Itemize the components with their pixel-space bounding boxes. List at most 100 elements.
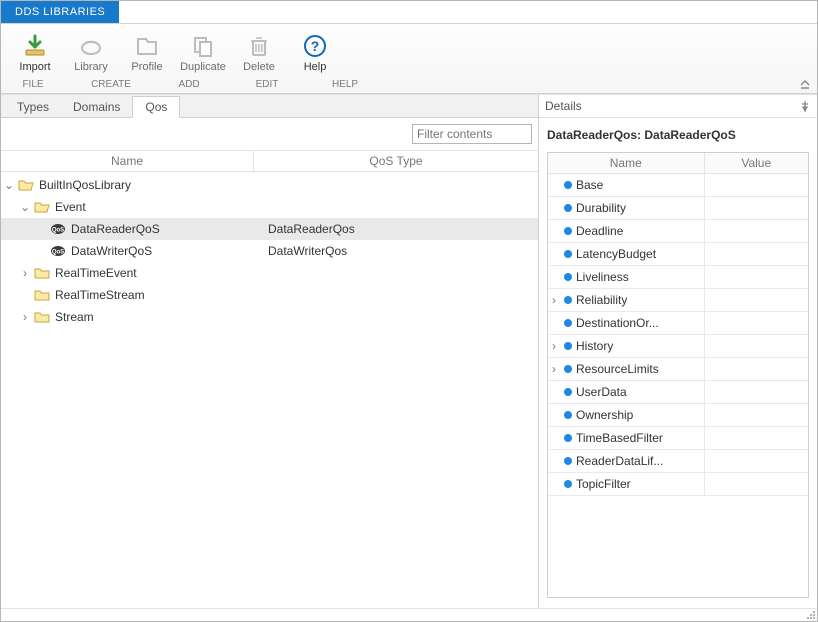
library-button: Library [63,28,119,77]
tree-node-stream[interactable]: › Stream [1,306,538,328]
group-file: FILE [7,79,59,90]
property-name: Reliability [576,293,627,307]
property-value[interactable] [704,312,808,335]
property-dot-icon [564,342,572,350]
property-dot-icon [564,250,572,258]
property-row[interactable]: LatencyBudget [548,243,808,266]
view-tabs: Types Domains Qos [1,95,538,118]
title-bar: DDS LIBRARIES [1,1,817,24]
property-dot-icon [564,480,572,488]
property-dot-icon [564,227,572,235]
workspace: Types Domains Qos Name QoS Type ⌄ BuiltI… [1,94,817,608]
tree-label: RealTimeStream [53,288,145,302]
import-icon [21,32,49,60]
property-value[interactable] [704,404,808,427]
property-dot-icon [564,388,572,396]
collapse-ribbon-icon[interactable] [799,77,811,89]
property-value[interactable] [704,174,808,197]
tree-label: Stream [53,310,94,324]
property-value[interactable] [704,243,808,266]
col-name[interactable]: Name [1,151,254,171]
tree-node-datawriterqos[interactable]: QoS DataWriterQoS DataWriterQos [1,240,538,262]
property-name: DestinationOr... [576,316,659,330]
properties-table[interactable]: Name Value Base DurabilityDeadlineLatency… [547,152,809,598]
property-value[interactable] [704,427,808,450]
property-dot-icon [564,204,572,212]
help-button[interactable]: ? Help [287,28,343,77]
tab-domains[interactable]: Domains [61,97,132,117]
property-name: ReaderDataLif... [576,454,663,468]
qos-tree[interactable]: ⌄ BuiltInQosLibrary ⌄ Event QoS DataRead… [1,172,538,608]
svg-text:QoS: QoS [52,250,64,256]
tree-node-event[interactable]: ⌄ Event [1,196,538,218]
expand-icon[interactable]: ⌄ [19,200,31,214]
tree-header: Name QoS Type [1,150,538,172]
tree-node-realtimeevent[interactable]: › RealTimeEvent [1,262,538,284]
expand-icon[interactable]: › [548,339,560,353]
tab-qos[interactable]: Qos [132,96,180,118]
folder-icon [34,287,50,303]
property-row[interactable]: Durability [548,197,808,220]
col-qos[interactable]: QoS Type [254,151,538,171]
property-value[interactable] [704,266,808,289]
help-label: Help [304,61,327,73]
property-value[interactable] [704,473,808,496]
tree-label: Event [53,200,86,214]
expand-icon[interactable]: › [19,266,31,280]
property-value[interactable] [704,358,808,381]
tree-label: BuiltInQosLibrary [37,178,131,192]
expand-icon[interactable]: › [548,362,560,376]
property-row[interactable]: Base [548,174,808,197]
group-create: CREATE [59,79,163,90]
property-row[interactable]: › Reliability [548,289,808,312]
property-name: Base [576,178,603,192]
props-col-value[interactable]: Value [704,153,808,174]
profile-label: Profile [131,61,162,73]
property-row[interactable]: ›History [548,335,808,358]
ribbon-group-labels: FILE CREATE ADD EDIT HELP [7,79,811,93]
property-dot-icon [564,434,572,442]
expand-icon[interactable]: › [548,293,560,307]
tree-node-datareaderqos[interactable]: QoS DataReaderQoS DataReaderQos [1,218,538,240]
folder-open-icon [18,177,34,193]
svg-text:?: ? [311,38,320,54]
title-tab[interactable]: DDS LIBRARIES [1,1,119,23]
import-button[interactable]: Import [7,28,63,77]
library-icon [77,32,105,60]
property-row[interactable]: DestinationOr... [548,312,808,335]
property-row[interactable]: UserData [548,381,808,404]
tree-label: RealTimeEvent [53,266,137,280]
property-value[interactable] [704,335,808,358]
property-value[interactable] [704,289,808,312]
tree-node-realtimestream[interactable]: RealTimeStream [1,284,538,306]
property-value[interactable] [704,197,808,220]
property-row[interactable]: TimeBasedFilter [548,427,808,450]
details-object-title: DataReaderQos: DataReaderQoS [539,118,817,152]
property-value[interactable] [704,381,808,404]
tree-qos-type: DataReaderQos [268,222,538,236]
details-title-label: Details [545,99,582,113]
property-row[interactable]: Deadline [548,220,808,243]
property-dot-icon [564,365,572,373]
props-col-name[interactable]: Name [548,153,704,174]
property-row[interactable]: ReaderDataLif... [548,450,808,473]
tree-node-builtin[interactable]: ⌄ BuiltInQosLibrary [1,174,538,196]
tab-types[interactable]: Types [5,97,61,117]
property-row[interactable]: ›ResourceLimits [548,358,808,381]
expand-icon[interactable]: › [19,310,31,324]
pin-icon[interactable] [799,100,811,112]
library-label: Library [74,61,108,73]
group-add: ADD [163,79,215,90]
folder-open-icon [34,199,50,215]
svg-text:QoS: QoS [52,228,64,234]
property-row[interactable]: Ownership [548,404,808,427]
import-label: Import [19,61,50,73]
property-value[interactable] [704,220,808,243]
property-row[interactable]: TopicFilter [548,473,808,496]
property-row[interactable]: Liveliness [548,266,808,289]
property-value[interactable] [704,450,808,473]
resize-grip-icon[interactable] [805,609,816,620]
expand-icon[interactable]: ⌄ [3,178,15,192]
filter-input[interactable] [412,124,532,144]
help-icon: ? [301,32,329,60]
